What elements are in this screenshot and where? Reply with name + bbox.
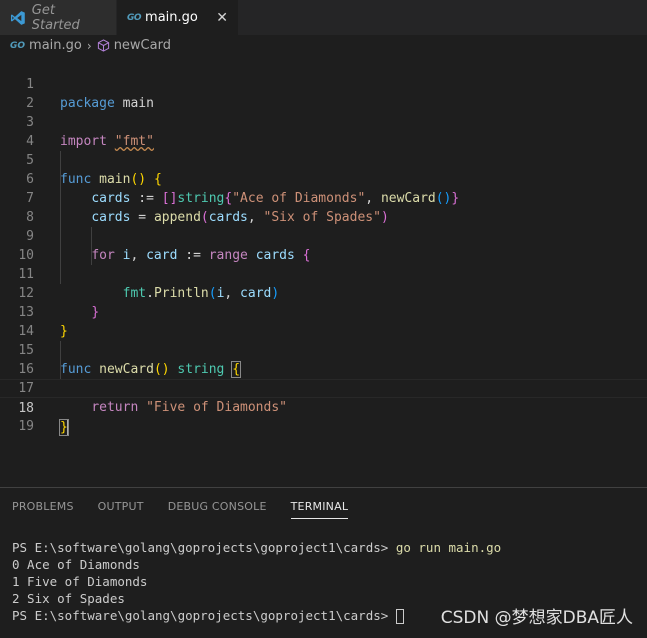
code-line: 15 func newCard() string { [0, 322, 647, 378]
close-icon[interactable]: ✕ [216, 10, 228, 26]
text-cursor [66, 419, 69, 436]
breadcrumb: GO main.go › newCard [0, 35, 647, 56]
tab-label: Get Started [31, 2, 80, 33]
code-line: 2 [0, 75, 647, 111]
code-line: 12 } [0, 265, 647, 320]
code-line: 14 [0, 303, 647, 339]
bottom-panel: PROBLEMS OUTPUT DEBUG CONSOLE TERMINAL P… [0, 487, 647, 638]
terminal-output: 0 Ace of Diamonds [12, 557, 140, 572]
code-line: 3 import "fmt" [0, 94, 647, 149]
line-number: 19 [18, 419, 34, 434]
terminal-output: 1 Five of Diamonds [12, 574, 148, 589]
code-line: 13 } [0, 284, 647, 339]
code-line: 10 [0, 227, 647, 263]
go-file-icon: GO [10, 40, 26, 51]
breadcrumb-symbol[interactable]: newCard [114, 38, 171, 53]
tab-get-started[interactable]: Get Started [0, 0, 117, 35]
code-line: 7 cards = append(cards, "Six of Spades") [0, 170, 647, 225]
terminal-command: go run main.go [395, 540, 502, 555]
terminal-line: PS E:\software\golang\goprojects\goproje… [12, 539, 501, 556]
tab-main-go[interactable]: GO main.go ✕ [117, 0, 238, 35]
code-line: 11 fmt.Println(i, card) [0, 246, 647, 301]
code-line: 4 [0, 113, 647, 149]
terminal-cursor [395, 609, 404, 624]
code-line: 17 return "Five of Diamonds" [0, 360, 647, 415]
code-line: 8 [0, 189, 647, 225]
code-line: 1 package main [0, 56, 647, 111]
code-editor[interactable]: 1 package main 2 3 import "fmt" 4 5 func… [0, 56, 647, 476]
terminal-prompt: PS E:\software\golang\goprojects\goproje… [12, 608, 396, 623]
watermark: CSDN @梦想家DBA匠人 [440, 608, 633, 628]
breadcrumb-file[interactable]: main.go [29, 38, 82, 53]
panel-tab-output[interactable]: OUTPUT [98, 495, 144, 518]
code-line: 6 cards := []string{"Ace of Diamonds", n… [0, 151, 647, 206]
panel-tab-terminal[interactable]: TERMINAL [290, 495, 349, 519]
tab-label: main.go [145, 10, 198, 25]
terminal-prompt: PS E:\software\golang\goprojects\goproje… [12, 540, 396, 555]
terminal-output: 2 Six of Spades [12, 591, 125, 606]
tab-bar: Get Started GO main.go ✕ [0, 0, 647, 35]
code-line: 19 [0, 398, 647, 434]
chevron-right-icon: › [86, 38, 92, 53]
panel-tabs: PROBLEMS OUTPUT DEBUG CONSOLE TERMINAL [0, 488, 372, 525]
terminal-line: PS E:\software\golang\goprojects\goproje… [12, 607, 501, 624]
code-line: 16 [0, 341, 647, 377]
code-line: 9 for i, card := range cards { [0, 208, 647, 263]
go-file-icon: GO [127, 12, 142, 23]
function-cube-icon [97, 39, 109, 52]
terminal[interactable]: PS E:\software\golang\goprojects\goproje… [12, 539, 501, 624]
vscode-icon [10, 10, 25, 25]
panel-tab-debug-console[interactable]: DEBUG CONSOLE [168, 495, 267, 518]
code-line: 5 func main() { [0, 132, 647, 187]
code-line-current: 18 } [0, 379, 647, 436]
panel-tab-problems[interactable]: PROBLEMS [12, 495, 74, 518]
